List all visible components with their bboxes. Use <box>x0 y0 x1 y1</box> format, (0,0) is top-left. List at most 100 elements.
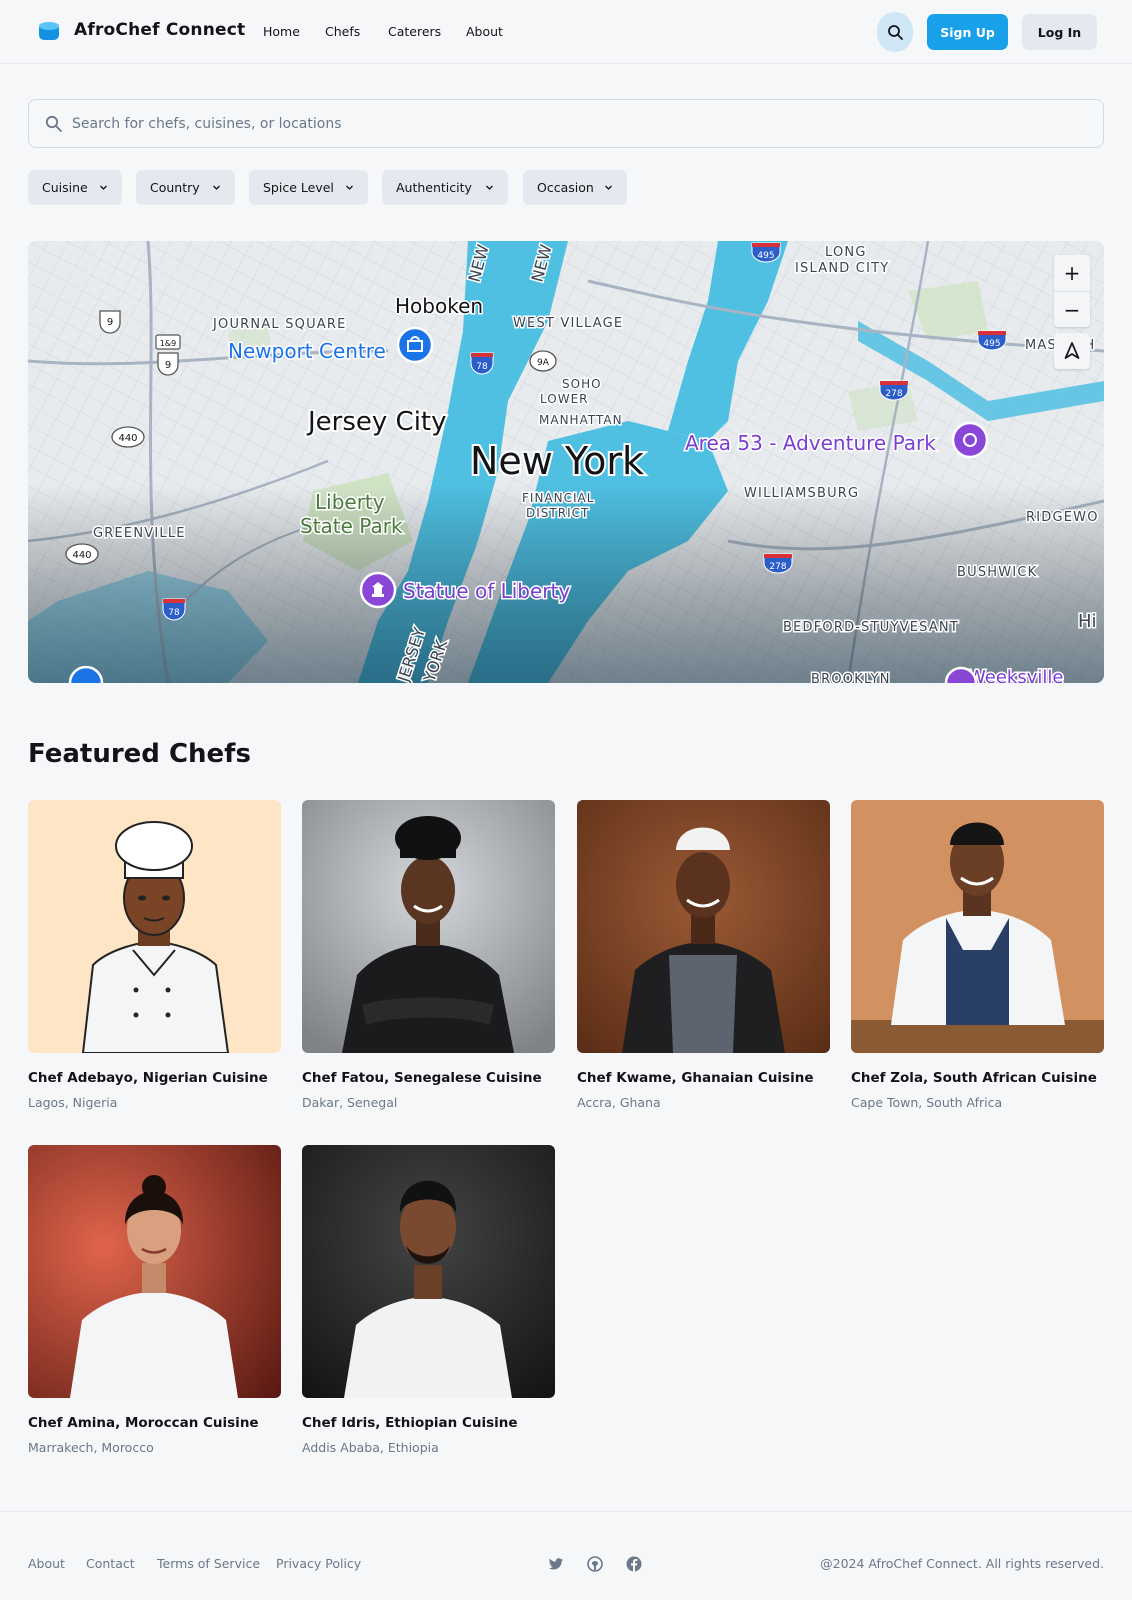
svg-text:78: 78 <box>168 608 180 618</box>
footer-link-terms[interactable]: Terms of Service <box>157 1556 260 1571</box>
facebook-icon[interactable] <box>626 1556 642 1572</box>
route-shield: 440 <box>65 543 99 565</box>
monument-pin-icon <box>359 571 397 609</box>
github-icon[interactable] <box>587 1556 603 1572</box>
chef-card[interactable]: Chef Fatou, Senegalese Cuisine Dakar, Se… <box>302 800 555 1110</box>
route-shield: 1&9 <box>155 334 181 350</box>
copyright-text: @2024 AfroChef Connect. All rights reser… <box>820 1556 1104 1571</box>
map-label: LONG <box>825 245 867 260</box>
route-shield: 78 <box>162 598 186 621</box>
footer-link-privacy[interactable]: Privacy Policy <box>276 1556 361 1571</box>
svg-text:495: 495 <box>757 251 774 261</box>
chef-card[interactable]: Chef Zola, South African Cuisine Cape To… <box>851 800 1104 1110</box>
svg-text:9: 9 <box>165 360 171 371</box>
filter-authenticity[interactable]: Authenticity <box>382 170 508 205</box>
chevron-down-icon <box>213 185 220 190</box>
chef-card[interactable]: Chef Kwame, Ghanaian Cuisine Accra, Ghan… <box>577 800 830 1110</box>
nav-caterers[interactable]: Caterers <box>388 24 441 39</box>
chef-card[interactable]: Chef Idris, Ethiopian Cuisine Addis Abab… <box>302 1145 555 1455</box>
svg-text:440: 440 <box>72 550 91 561</box>
map-label: Liberty <box>315 490 385 514</box>
svg-text:78: 78 <box>476 362 488 372</box>
svg-text:278: 278 <box>769 562 786 572</box>
navigation-arrow-icon <box>1064 342 1080 359</box>
chef-photo <box>851 800 1104 1053</box>
map-label: RIDGEWO <box>1026 510 1099 525</box>
chef-photo <box>302 800 555 1053</box>
chef-name: Chef Amina, Moroccan Cuisine <box>28 1415 259 1431</box>
filter-label: Spice Level <box>263 180 334 195</box>
map-label: New York <box>470 439 644 483</box>
svg-text:9A: 9A <box>537 358 550 368</box>
map-label: Hi <box>1078 611 1097 632</box>
svg-text:1&9: 1&9 <box>160 339 176 348</box>
map-label: State Park <box>300 514 403 538</box>
route-shield: 9 <box>99 310 121 334</box>
filter-cuisine[interactable]: Cuisine <box>28 170 122 205</box>
map-label: BEDFORD-STUYVESANT <box>783 620 959 635</box>
route-shield: 9 <box>157 352 179 376</box>
chef-photo <box>28 800 281 1053</box>
chef-location: Addis Ababa, Ethiopia <box>302 1440 439 1455</box>
map-label: DISTRICT <box>526 506 589 520</box>
route-shield: 278 <box>763 553 793 574</box>
filter-spice-level[interactable]: Spice Level <box>249 170 368 205</box>
nav-about[interactable]: About <box>466 24 503 39</box>
map-label: JOURNAL SQUARE <box>212 317 347 332</box>
filter-label: Occasion <box>537 180 594 195</box>
chevron-down-icon <box>486 185 493 190</box>
route-shield: 495 <box>977 330 1007 351</box>
chef-card[interactable]: Chef Amina, Moroccan Cuisine Marrakech, … <box>28 1145 281 1455</box>
filter-country[interactable]: Country <box>136 170 235 205</box>
map-label: Area 53 - Adventure Park <box>685 431 936 455</box>
zoom-out-button[interactable]: − <box>1054 291 1090 327</box>
footer-link-contact[interactable]: Contact <box>86 1556 135 1571</box>
chef-name: Chef Idris, Ethiopian Cuisine <box>302 1415 518 1431</box>
map-label: MANHATTAN <box>539 413 623 427</box>
search-input[interactable] <box>72 100 1072 147</box>
footer-link-about[interactable]: About <box>28 1556 65 1571</box>
twitter-icon[interactable] <box>548 1556 564 1572</box>
compass-button[interactable] <box>1054 333 1090 369</box>
filter-occasion[interactable]: Occasion <box>523 170 627 205</box>
header-search-button[interactable] <box>877 12 913 52</box>
map-label: LOWER <box>540 392 589 406</box>
section-title: Featured Chefs <box>28 739 251 769</box>
site-footer: About Contact Terms of Service Privacy P… <box>0 1511 1132 1600</box>
log-in-button[interactable]: Log In <box>1022 14 1097 50</box>
site-header: AfroChef Connect Home Chefs Caterers Abo… <box>0 0 1132 64</box>
chef-card[interactable]: Chef Adebayo, Nigerian Cuisine Lagos, Ni… <box>28 800 281 1110</box>
svg-text:440: 440 <box>118 433 137 444</box>
chef-name: Chef Kwame, Ghanaian Cuisine <box>577 1070 814 1086</box>
chef-location: Cape Town, South Africa <box>851 1095 1003 1110</box>
search-bar <box>28 99 1104 148</box>
search-icon <box>45 115 62 132</box>
chevron-down-icon <box>346 185 353 190</box>
svg-text:495: 495 <box>983 339 1000 349</box>
chevron-down-icon <box>605 185 612 190</box>
chef-photo <box>302 1145 555 1398</box>
map-label: FINANCIAL <box>522 491 594 505</box>
chef-location: Accra, Ghana <box>577 1095 661 1110</box>
map-label: ISLAND CITY <box>795 261 889 276</box>
chef-name: Chef Adebayo, Nigerian Cuisine <box>28 1070 268 1086</box>
zoom-in-button[interactable]: + <box>1054 255 1090 291</box>
route-shield: 495 <box>751 242 781 263</box>
route-shield: 78 <box>470 352 494 375</box>
map-label: WEST VILLAGE <box>513 316 623 331</box>
chevron-down-icon <box>100 185 107 190</box>
route-shield: 278 <box>879 380 909 401</box>
chef-name: Chef Fatou, Senegalese Cuisine <box>302 1070 542 1086</box>
map-label: BUSHWICK <box>957 565 1037 580</box>
chef-location: Marrakech, Morocco <box>28 1440 154 1455</box>
map-view[interactable]: Hoboken JOURNAL SQUARE Newport Centre WE… <box>28 241 1104 683</box>
nav-home[interactable]: Home <box>263 24 300 39</box>
logo-icon[interactable] <box>38 20 60 42</box>
attraction-pin-icon <box>951 421 989 459</box>
nav-chefs[interactable]: Chefs <box>325 24 360 39</box>
sign-up-button[interactable]: Sign Up <box>927 14 1008 50</box>
chef-name: Chef Zola, South African Cuisine <box>851 1070 1097 1086</box>
map-label: Statue of Liberty <box>403 579 570 603</box>
search-icon <box>887 24 903 40</box>
logo-text[interactable]: AfroChef Connect <box>74 20 245 40</box>
